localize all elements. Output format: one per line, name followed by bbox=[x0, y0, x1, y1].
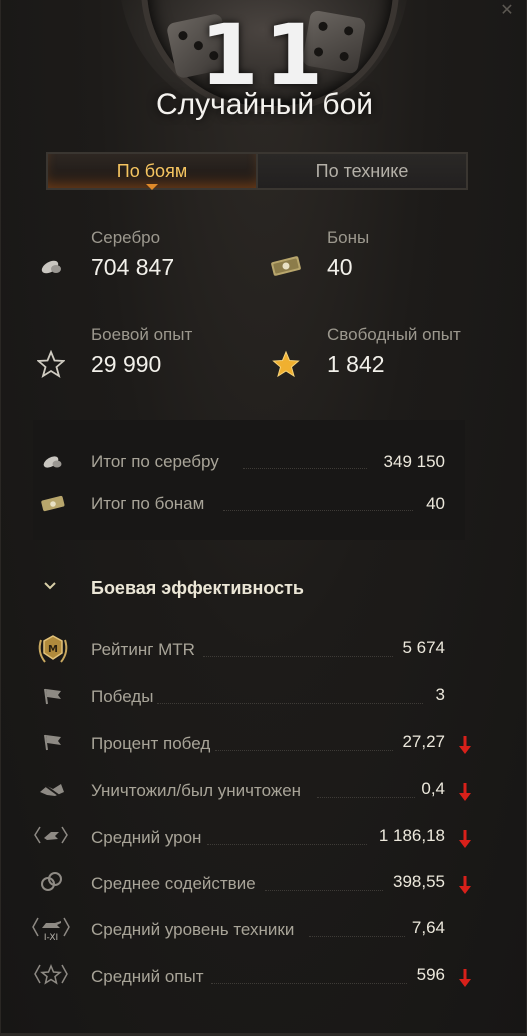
damage-icon bbox=[34, 826, 68, 844]
combat-xp-label: Боевой опыт bbox=[91, 325, 193, 344]
dotted-leader bbox=[211, 983, 407, 984]
battle-stats-panel: 11 Случайный бой ✕ По боям По технике Се… bbox=[0, 0, 527, 1036]
flag-icon bbox=[44, 734, 61, 751]
avg-xp-icon bbox=[34, 964, 68, 985]
bonds-label: Боны bbox=[327, 228, 370, 247]
tab-bar: По боям По технике bbox=[46, 152, 468, 190]
efficiency-label: Уничтожил/был уничтожен bbox=[91, 781, 302, 800]
mtr-rating-icon: M bbox=[38, 635, 68, 663]
tab-by-vehicles[interactable]: По технике bbox=[258, 154, 466, 188]
efficiency-value: 398,55 bbox=[393, 872, 445, 891]
efficiency-label: Средний урон bbox=[91, 828, 202, 847]
svg-text:I-XI: I-XI bbox=[44, 933, 58, 942]
chevron-down-icon[interactable] bbox=[43, 578, 57, 594]
efficiency-value: 1 186,18 bbox=[378, 826, 445, 845]
efficiency-label: Средний уровень техники bbox=[91, 920, 295, 939]
dotted-leader bbox=[243, 468, 367, 469]
arrow-down-icon bbox=[459, 969, 471, 987]
totals-box bbox=[33, 420, 465, 540]
total-silver-label: Итог по серебру bbox=[91, 452, 219, 471]
efficiency-label: Процент побед bbox=[91, 734, 211, 753]
bonds-value: 40 bbox=[327, 254, 353, 280]
efficiency-value: 5 674 bbox=[402, 638, 445, 657]
dotted-leader bbox=[215, 750, 393, 751]
star-outline-icon bbox=[37, 350, 65, 378]
silver-value: 704 847 bbox=[91, 254, 175, 280]
combat-xp-value: 29 990 bbox=[91, 351, 162, 377]
efficiency-value: 27,27 bbox=[402, 732, 445, 751]
total-silver-value: 349 150 bbox=[383, 452, 445, 471]
dotted-leader bbox=[207, 844, 367, 845]
dotted-leader bbox=[157, 703, 423, 704]
arrow-down-icon bbox=[459, 783, 471, 801]
section-title: Боевая эффективность bbox=[91, 578, 304, 598]
silver-label: Серебро bbox=[91, 228, 161, 247]
dotted-leader bbox=[265, 890, 383, 891]
efficiency-value: 3 bbox=[435, 685, 445, 704]
total-bonds-label: Итог по бонам bbox=[91, 494, 205, 513]
tank-tier-icon: I-XI bbox=[32, 917, 70, 942]
efficiency-value: 7,64 bbox=[411, 918, 445, 937]
page-title: Случайный бой bbox=[155, 88, 374, 121]
free-xp-label: Свободный опыт bbox=[327, 325, 461, 344]
destroyed-icon bbox=[40, 783, 64, 798]
tab-by-battles[interactable]: По боям bbox=[48, 154, 258, 190]
efficiency-label: Победы bbox=[91, 687, 154, 706]
efficiency-label: Среднее содействие bbox=[91, 874, 256, 893]
silver-icon bbox=[43, 456, 62, 468]
bonds-icon bbox=[271, 256, 301, 276]
total-bonds-value: 40 bbox=[426, 494, 445, 513]
star-gold-icon bbox=[272, 350, 300, 378]
svg-text:M: M bbox=[48, 644, 58, 655]
efficiency-value: 0,4 bbox=[421, 779, 445, 798]
arrow-down-icon bbox=[459, 830, 471, 848]
efficiency-label: Рейтинг MTR bbox=[91, 640, 195, 659]
free-xp-value: 1 842 bbox=[327, 351, 385, 377]
arrow-down-icon bbox=[459, 736, 471, 754]
flag-icon bbox=[44, 688, 61, 705]
efficiency-value: 596 bbox=[416, 965, 445, 984]
assist-icon bbox=[41, 872, 62, 891]
bonds-icon bbox=[41, 495, 65, 512]
silver-icon bbox=[41, 260, 61, 274]
arrow-down-icon bbox=[459, 876, 471, 894]
close-icon[interactable]: ✕ bbox=[500, 3, 514, 19]
efficiency-label: Средний опыт bbox=[91, 967, 204, 986]
